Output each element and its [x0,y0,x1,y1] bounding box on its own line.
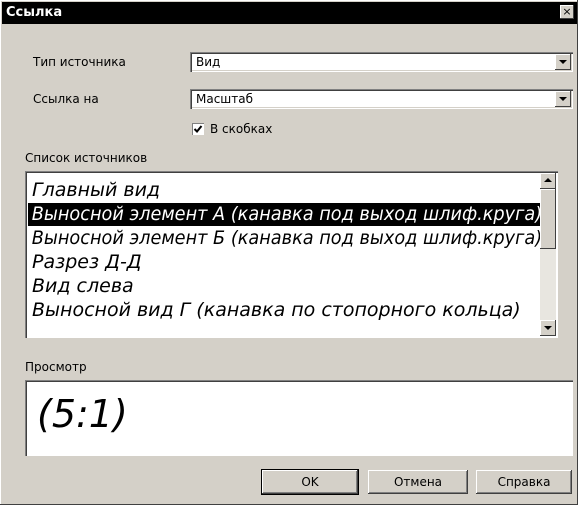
source-type-value: Вид [196,55,221,69]
list-item-selected[interactable]: Выносной элемент А (канавка под выход шл… [28,203,542,226]
link-to-label: Ссылка на [33,92,99,106]
link-to-value: Масштаб [196,92,254,106]
source-type-label: Тип источника [33,55,126,69]
vertical-scrollbar[interactable] [540,173,556,336]
arrow-down-icon [544,326,552,330]
brackets-label: В скобках [210,122,273,136]
brackets-checkbox[interactable] [192,123,204,135]
close-button[interactable]: × [560,5,574,19]
scroll-up-button[interactable] [540,173,556,189]
list-item[interactable]: Выносной вид Г (канавка по стопорного ко… [28,299,542,322]
link-to-dropdown-button[interactable] [555,91,571,107]
title-bar[interactable]: Ссылка × [2,2,577,24]
source-type-dropdown-button[interactable] [555,54,571,70]
cancel-button[interactable]: Отмена [368,470,468,494]
help-button[interactable]: Справка [476,470,572,494]
preview-label: Просмотр [25,360,87,374]
link-to-combo[interactable]: Масштаб [190,89,573,109]
ok-button[interactable]: OK [261,469,359,495]
preview-value: (5:1) [37,392,128,436]
list-item[interactable]: Вид слева [28,275,542,298]
arrow-up-icon [544,178,552,182]
chevron-down-icon [559,97,567,101]
source-listbox[interactable]: Главный вид Выносной элемент А (канавка … [25,171,558,338]
list-item[interactable]: Выносной элемент Б (канавка под выход шл… [28,227,542,250]
window-title: Ссылка [6,5,63,20]
list-item[interactable]: Разрез Д-Д [28,251,542,274]
close-icon: × [562,5,572,18]
preview-box: (5:1) [25,380,573,456]
link-dialog: Ссылка × Тип источника Вид Ссылка на Мас… [0,0,578,505]
scroll-down-button[interactable] [540,320,556,336]
chevron-down-icon [559,60,567,64]
list-item[interactable]: Главный вид [28,179,542,202]
scroll-thumb[interactable] [540,189,556,249]
source-type-combo[interactable]: Вид [190,52,573,72]
checkmark-icon [193,125,203,133]
source-list-label: Список источников [25,151,148,165]
